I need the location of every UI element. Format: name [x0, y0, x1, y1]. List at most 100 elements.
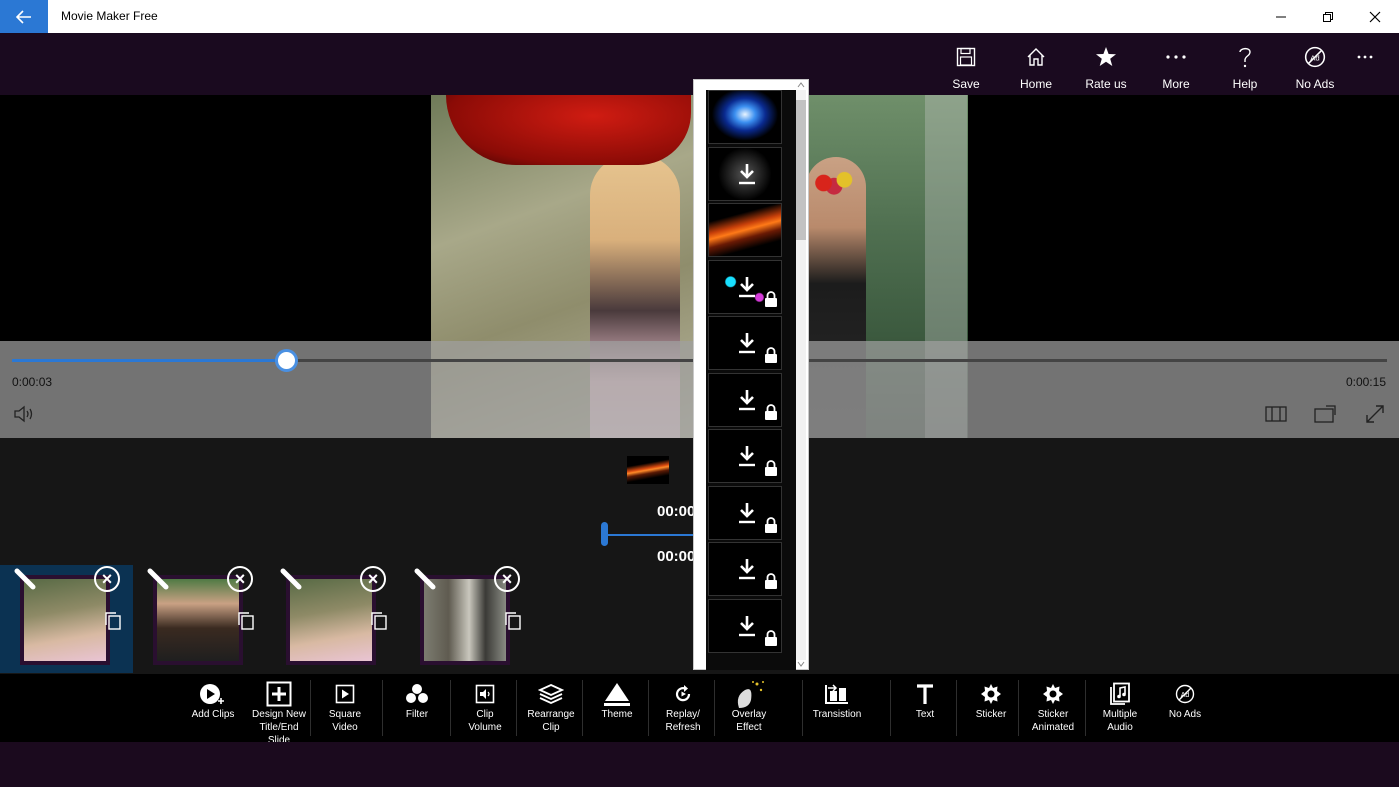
toolbar-separator: [450, 680, 451, 736]
aspect-ratio-button[interactable]: [1263, 403, 1289, 425]
scroll-up-icon[interactable]: [797, 82, 805, 88]
effect-scrollbar-thumb[interactable]: [796, 100, 806, 240]
toolbar-label: No Ads: [1168, 709, 1202, 720]
effect-item[interactable]: [708, 146, 782, 201]
back-arrow-icon: [16, 9, 31, 24]
svg-text:Ad: Ad: [1310, 53, 1319, 62]
home-icon: [1026, 45, 1046, 69]
effect-item[interactable]: [708, 429, 782, 483]
replay-icon: [673, 680, 693, 708]
toolbar-overlay-effect-button[interactable]: Overlay Effect: [716, 680, 782, 734]
square-video-icon: [335, 680, 355, 708]
no-ads-command-button[interactable]: Ad No Ads: [1281, 45, 1349, 91]
rearrange-icon: [538, 680, 564, 708]
svg-text:Ad: Ad: [1181, 692, 1190, 699]
edit-clip-button[interactable]: [10, 564, 40, 594]
toolbar-no-ads-button[interactable]: Ad No Ads: [1152, 680, 1218, 721]
edit-clip-button[interactable]: [276, 564, 306, 594]
toolbar-design-slide-button[interactable]: Design New Title/End Slide: [246, 680, 312, 747]
end-time: 0:00:15: [1345, 375, 1386, 389]
toolbar-label: Add Clips: [191, 709, 235, 720]
download-icon: [739, 163, 755, 184]
remove-clip-button[interactable]: ×: [360, 566, 386, 592]
home-button[interactable]: Home: [1002, 45, 1070, 91]
toolbar-sticker-button[interactable]: Sticker: [958, 680, 1024, 721]
toolbar-clip-volume-button[interactable]: Clip Volume: [452, 680, 518, 734]
help-label: Help: [1232, 77, 1258, 91]
trim-slider-handle[interactable]: [601, 522, 608, 546]
sticker-icon: [980, 680, 1002, 708]
toolbar-transition-button[interactable]: Transistion: [804, 680, 870, 721]
toolbar-label: Rearrange Clip: [527, 709, 575, 733]
toolbar-label: Replay/ Refresh: [665, 709, 701, 733]
back-button[interactable]: [0, 0, 48, 33]
effect-item[interactable]: [708, 372, 782, 427]
scroll-down-icon[interactable]: [797, 661, 805, 667]
edit-clip-button[interactable]: [410, 564, 440, 594]
minimize-button[interactable]: [1257, 0, 1305, 33]
toolbar-separator: [382, 680, 383, 736]
toolbar-label: Filter: [405, 709, 429, 720]
multiple-audio-icon: [1109, 680, 1131, 708]
star-icon: [1095, 45, 1117, 69]
duplicate-clip-icon[interactable]: [504, 611, 522, 631]
title-bar: Movie Maker Free: [0, 0, 1399, 33]
remove-clip-button[interactable]: ×: [494, 566, 520, 592]
toolbar-label: Square Video: [328, 709, 362, 733]
pencil-icon: [147, 568, 169, 590]
toolbar-rearrange-button[interactable]: Rearrange Clip: [518, 680, 584, 734]
more-button[interactable]: More: [1142, 45, 1210, 91]
help-button[interactable]: Help: [1211, 45, 1279, 91]
toolbar-add-clips-button[interactable]: Add Clips: [180, 680, 246, 721]
remove-clip-button[interactable]: ×: [227, 566, 253, 592]
effect-item[interactable]: [708, 203, 782, 257]
lock-icon: [765, 347, 777, 363]
lock-icon: [765, 516, 777, 533]
rate-us-button[interactable]: Rate us: [1072, 45, 1140, 91]
cast-icon: [1314, 405, 1336, 423]
home-label: Home: [1019, 77, 1052, 91]
save-button[interactable]: Save: [932, 45, 1000, 91]
toolbar-label: Theme: [601, 709, 633, 720]
lock-icon: [765, 460, 777, 476]
toolbar-label: Sticker Animated: [1031, 709, 1075, 733]
effect-list[interactable]: [706, 90, 796, 670]
toolbar-sticker-animated-button[interactable]: Sticker Animated: [1020, 680, 1086, 734]
effect-item[interactable]: [708, 259, 782, 314]
seek-thumb[interactable]: [275, 349, 298, 372]
duplicate-clip-icon[interactable]: [237, 611, 255, 631]
download-icon: [739, 502, 755, 523]
toolbar-replay-button[interactable]: Replay/ Refresh: [650, 680, 716, 734]
cast-button[interactable]: [1312, 403, 1338, 425]
duplicate-clip-icon[interactable]: [104, 611, 122, 631]
toolbar-square-video-button[interactable]: Square Video: [312, 680, 378, 734]
help-icon: [1238, 45, 1252, 69]
remove-clip-button[interactable]: ×: [94, 566, 120, 592]
toolbar-text-button[interactable]: Text: [892, 680, 958, 721]
effect-item[interactable]: [708, 598, 782, 653]
pencil-icon: [414, 568, 436, 590]
effect-item[interactable]: [708, 542, 782, 596]
lock-icon: [765, 290, 777, 307]
no-ads-icon: Ad: [1175, 680, 1195, 708]
effect-item[interactable]: [708, 485, 782, 540]
download-icon: [739, 276, 755, 297]
trim-slider[interactable]: [604, 534, 694, 536]
more-label: More: [1162, 77, 1190, 91]
restore-icon: [1323, 11, 1333, 22]
effect-item[interactable]: [708, 90, 782, 144]
edit-clip-button[interactable]: [143, 564, 173, 594]
close-button[interactable]: [1351, 0, 1399, 33]
restore-button[interactable]: [1304, 0, 1352, 33]
effect-item[interactable]: [708, 316, 782, 370]
text-icon: [915, 680, 935, 708]
volume-button[interactable]: [12, 403, 38, 425]
duplicate-clip-icon[interactable]: [370, 611, 388, 631]
toolbar-theme-button[interactable]: Theme: [584, 680, 650, 721]
overflow-menu-button[interactable]: [1341, 45, 1389, 91]
fullscreen-button[interactable]: [1362, 403, 1388, 425]
curtain-overlay: [446, 95, 691, 165]
toolbar-filter-button[interactable]: Filter: [384, 680, 450, 721]
bottom-strip: [0, 742, 1399, 787]
toolbar-multiple-audio-button[interactable]: Multiple Audio: [1087, 680, 1153, 734]
